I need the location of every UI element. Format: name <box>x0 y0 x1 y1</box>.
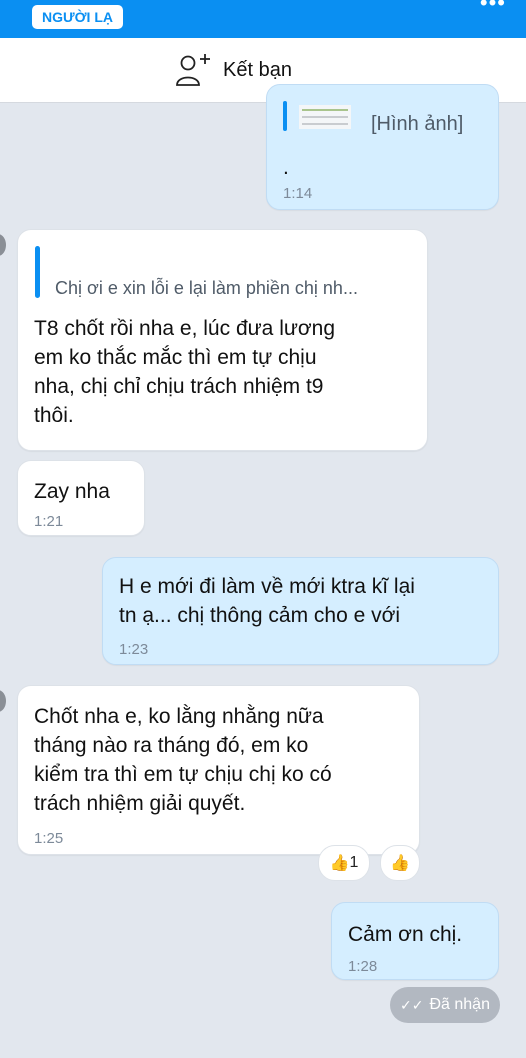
thumbnail-line <box>302 109 348 111</box>
top-bar: NGƯỜI LẠ ••• <box>0 0 526 38</box>
avatar[interactable] <box>0 690 6 712</box>
message-text: Cảm ơn chị. <box>348 923 463 946</box>
add-friend-label: Kết bạn <box>223 58 292 81</box>
thumbs-up-icon: 👍 <box>390 855 410 872</box>
their-message[interactable]: Chốt nha e, ko lằng nhằng nữa tháng nào … <box>17 685 420 855</box>
my-message[interactable]: H e mới đi làm về mới ktra kĩ lại tn ạ..… <box>102 557 499 665</box>
message-time: 1:28 <box>348 958 378 975</box>
thumbnail-line <box>302 116 348 118</box>
my-message[interactable]: Cảm ơn chị. 1:28 <box>331 902 499 980</box>
avatar[interactable] <box>0 234 6 256</box>
thumbnail-doc <box>299 105 351 129</box>
quoted-message[interactable]: Chị ơi e xin lỗi e lại làm phiền chị nh.… <box>55 278 358 299</box>
message-text: T8 chốt rồi nha e, lúc đưa lương em ko t… <box>34 317 336 427</box>
image-thumbnail[interactable] <box>283 101 353 131</box>
add-friend-button[interactable]: Kết bạn <box>175 52 292 88</box>
thumbnail-line <box>302 123 348 125</box>
image-attachment-label: [Hình ảnh] <box>371 113 464 135</box>
reaction-count: 1 <box>349 854 359 871</box>
thumbnail-marker <box>283 101 287 131</box>
message-text: H e mới đi làm về mới ktra kĩ lại tn ạ..… <box>119 575 415 627</box>
message-text: Chốt nha e, ko lằng nhằng nữa tháng nào … <box>34 705 332 815</box>
delivery-status-label: Đã nhận <box>429 996 490 1013</box>
my-image-message[interactable]: [Hình ảnh] . 1:14 <box>266 84 499 210</box>
their-reply-message[interactable]: Chị ơi e xin lỗi e lại làm phiền chị nh.… <box>17 229 428 451</box>
message-time: 1:25 <box>34 830 64 847</box>
message-text: Zay nha <box>34 480 110 503</box>
message-text: . <box>283 156 289 179</box>
their-message[interactable]: Zay nha 1:21 <box>17 460 145 536</box>
quote-bar <box>35 246 40 298</box>
delivery-status: ✓✓ Đã nhận <box>390 987 500 1023</box>
add-friend-icon <box>176 54 210 86</box>
stranger-badge: NGƯỜI LẠ <box>32 5 123 29</box>
message-time: 1:23 <box>119 641 149 658</box>
reaction-summary[interactable]: 👍 1 <box>318 845 370 881</box>
add-reaction-button[interactable]: 👍 <box>380 845 420 881</box>
more-dots-icon[interactable]: ••• <box>480 0 506 16</box>
thumbs-up-icon: 👍 <box>329 855 350 872</box>
message-time: 1:21 <box>34 513 64 530</box>
double-check-icon: ✓✓ <box>400 996 424 1013</box>
message-time: 1:14 <box>283 185 313 202</box>
